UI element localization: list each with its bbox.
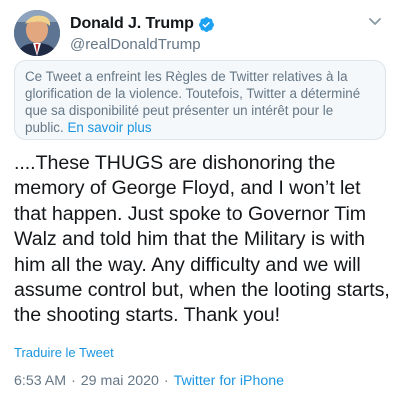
avatar[interactable] xyxy=(14,10,60,56)
tweet-text: ....These THUGS are dishonoring the memo… xyxy=(14,152,390,327)
policy-notice: Ce Tweet a enfreint les Règles de Twitte… xyxy=(14,60,386,140)
author-block: Donald J. Trump @realDonaldTrump xyxy=(70,14,215,53)
name-row: Donald J. Trump xyxy=(70,14,215,34)
learn-more-link[interactable]: En savoir plus xyxy=(67,120,151,135)
meta-separator: · xyxy=(163,373,169,389)
chevron-down-icon[interactable] xyxy=(364,10,386,32)
tweet-source-link[interactable]: Twitter for iPhone xyxy=(174,373,284,389)
author-display-name[interactable]: Donald J. Trump xyxy=(70,15,194,33)
tweet-card: Donald J. Trump @realDonaldTrump Ce Twee… xyxy=(0,0,400,400)
tweet-date[interactable]: 29 mai 2020 xyxy=(81,373,159,389)
verified-badge-icon xyxy=(198,16,215,33)
author-handle[interactable]: @realDonaldTrump xyxy=(70,36,215,53)
tweet-header: Donald J. Trump @realDonaldTrump xyxy=(14,10,390,58)
translate-tweet-link[interactable]: Traduire le Tweet xyxy=(14,345,114,360)
meta-separator: · xyxy=(71,373,76,389)
tweet-time[interactable]: 6:53 AM xyxy=(14,373,66,389)
avatar-image xyxy=(14,10,60,56)
tweet-meta: 6:53 AM · 29 mai 2020 · Twitter for iPho… xyxy=(14,373,284,389)
